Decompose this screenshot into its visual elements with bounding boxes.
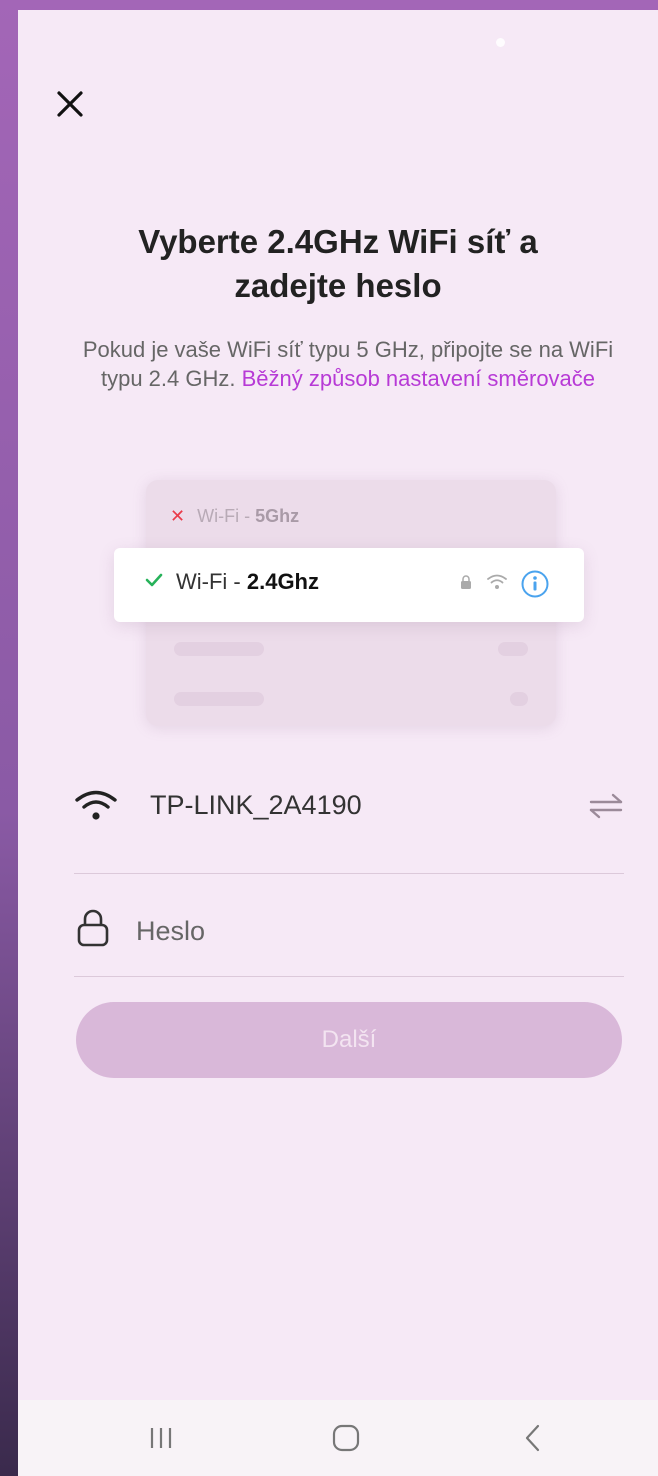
wifi-network-selector[interactable]: TP-LINK_2A4190 bbox=[74, 772, 624, 844]
illustration-ghost-line bbox=[174, 692, 264, 706]
home-icon bbox=[332, 1424, 360, 1452]
home-button[interactable] bbox=[321, 1416, 371, 1460]
status-indicator-icon bbox=[496, 38, 505, 47]
divider bbox=[74, 976, 624, 977]
page-subtitle: Pokud je vaše WiFi síť typu 5 GHz, připo… bbox=[68, 335, 628, 393]
illustration-ghost-line bbox=[498, 642, 528, 656]
close-icon bbox=[57, 91, 83, 117]
close-button[interactable] bbox=[46, 80, 94, 128]
password-field-row bbox=[74, 890, 624, 970]
lock-mini-icon bbox=[461, 575, 471, 589]
illustration-row-5ghz: ✕ Wi-Fi - 5Ghz bbox=[170, 506, 299, 527]
illustration-card-front: Wi-Fi - 2.4Ghz bbox=[114, 548, 584, 622]
wifi-mini-icon bbox=[487, 574, 507, 589]
wifi-icon bbox=[75, 790, 117, 820]
page-title: Vyberte 2.4GHz WiFi síť a zadejte heslo bbox=[138, 223, 538, 304]
recents-button[interactable] bbox=[136, 1416, 186, 1460]
switch-network-icon[interactable] bbox=[588, 790, 624, 822]
illus-5g-prefix: Wi-Fi - bbox=[197, 506, 256, 526]
illus-5g-band: 5Ghz bbox=[255, 506, 300, 526]
password-input[interactable] bbox=[134, 900, 618, 962]
ssid-text: TP-LINK_2A4190 bbox=[150, 790, 362, 820]
system-nav-bar bbox=[18, 1400, 658, 1476]
back-icon bbox=[525, 1424, 540, 1452]
check-icon bbox=[145, 573, 163, 587]
recents-icon bbox=[150, 1428, 172, 1448]
status-bar bbox=[18, 10, 658, 70]
router-setup-link[interactable]: Běžný způsob nastavení směrovače bbox=[242, 366, 595, 391]
divider bbox=[74, 873, 624, 874]
app-screen: Vyberte 2.4GHz WiFi síť a zadejte heslo … bbox=[18, 10, 658, 1476]
info-icon bbox=[521, 570, 549, 598]
illustration-ghost-line bbox=[174, 642, 264, 656]
cross-icon: ✕ bbox=[170, 506, 186, 526]
next-button[interactable]: Další bbox=[76, 1002, 622, 1078]
illustration-row-24ghz: Wi-Fi - 2.4Ghz bbox=[176, 569, 319, 595]
illus-24g-prefix: Wi-Fi - bbox=[176, 569, 247, 594]
illus-24g-band: 2.4Ghz bbox=[246, 569, 319, 594]
lock-icon bbox=[77, 909, 109, 947]
illustration-ghost-line bbox=[510, 692, 528, 706]
back-button[interactable] bbox=[508, 1416, 558, 1460]
